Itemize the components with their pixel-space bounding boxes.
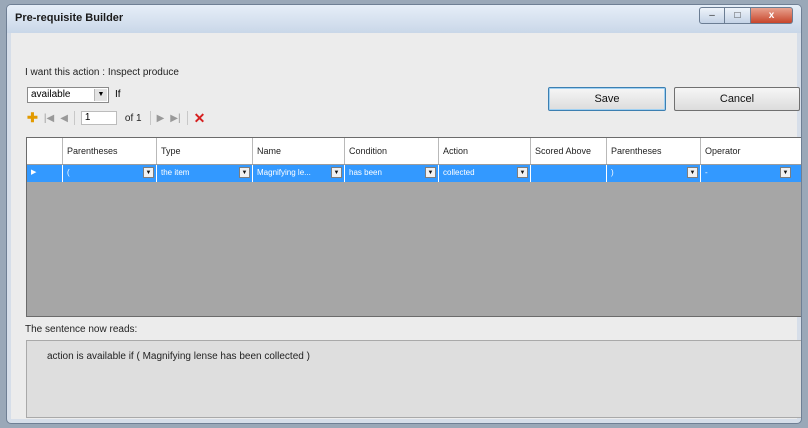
cell-parentheses-open[interactable]: ( ▼ bbox=[63, 165, 157, 182]
chevron-down-icon[interactable]: ▼ bbox=[239, 167, 250, 178]
chevron-down-icon[interactable]: ▼ bbox=[780, 167, 791, 178]
title-bar[interactable]: Pre-requisite Builder ‒ □ x bbox=[7, 5, 801, 33]
chevron-down-icon[interactable]: ▼ bbox=[94, 89, 107, 101]
cell-type[interactable]: the item ▼ bbox=[157, 165, 253, 182]
cell-action[interactable]: collected ▼ bbox=[439, 165, 531, 182]
chevron-down-icon[interactable]: ▼ bbox=[143, 167, 154, 178]
delete-icon[interactable]: ✕ bbox=[194, 110, 206, 127]
column-header-type[interactable]: Type bbox=[157, 138, 253, 164]
sentence-text: action is available if ( Magnifying lens… bbox=[47, 351, 310, 362]
cell-value: ( bbox=[67, 168, 70, 177]
cell-value: ) bbox=[611, 168, 614, 177]
binding-navigator: ✚ |◀ ◀ 1 of 1 ▶ ▶| ✕ bbox=[27, 109, 211, 127]
chevron-down-icon[interactable]: ▼ bbox=[687, 167, 698, 178]
save-button[interactable]: Save bbox=[548, 87, 666, 111]
separator bbox=[186, 111, 188, 125]
close-button[interactable]: x bbox=[751, 7, 793, 24]
separator bbox=[149, 111, 151, 125]
add-icon[interactable]: ✚ bbox=[27, 110, 38, 126]
window-title: Pre-requisite Builder bbox=[15, 12, 124, 24]
action-description: I want this action : Inspect produce bbox=[25, 67, 179, 78]
window-controls: ‒ □ x bbox=[699, 7, 793, 24]
column-header-name[interactable]: Name bbox=[253, 138, 345, 164]
cell-value: has been bbox=[349, 168, 382, 177]
cell-condition[interactable]: has been ▼ bbox=[345, 165, 439, 182]
cell-value: Magnifying le... bbox=[257, 168, 311, 177]
chevron-down-icon[interactable]: ▼ bbox=[517, 167, 528, 178]
availability-select[interactable]: available ▼ bbox=[27, 87, 109, 103]
row-header-corner bbox=[27, 138, 63, 164]
column-header-condition[interactable]: Condition bbox=[345, 138, 439, 164]
move-last-icon[interactable]: ▶| bbox=[170, 113, 180, 124]
client-area: I want this action : Inspect produce ava… bbox=[11, 33, 801, 419]
cell-parentheses-close[interactable]: ) ▼ bbox=[607, 165, 701, 182]
maximize-button[interactable]: □ bbox=[725, 7, 751, 24]
cell-value: the item bbox=[161, 168, 190, 177]
cell-operator[interactable]: - ▼ bbox=[701, 165, 793, 182]
sentence-box: action is available if ( Magnifying lens… bbox=[26, 340, 801, 418]
prerequisite-grid[interactable]: Parentheses Type Name Condition Action S… bbox=[26, 137, 801, 317]
cell-name[interactable]: Magnifying le... ▼ bbox=[253, 165, 345, 182]
column-header-action[interactable]: Action bbox=[439, 138, 531, 164]
separator bbox=[73, 111, 75, 125]
column-header-operator[interactable]: Operator bbox=[701, 138, 793, 164]
availability-select-value: available bbox=[31, 89, 71, 100]
row-selector-icon[interactable]: ▶ bbox=[27, 165, 63, 182]
cell-scored-above[interactable] bbox=[531, 165, 607, 182]
move-first-icon[interactable]: |◀ bbox=[44, 113, 54, 124]
table-row[interactable]: ▶ ( ▼ the item ▼ Magnifying le... ▼ has … bbox=[27, 165, 801, 182]
column-header-parentheses-close[interactable]: Parentheses bbox=[607, 138, 701, 164]
column-header-scored-above[interactable]: Scored Above bbox=[531, 138, 607, 164]
sentence-label: The sentence now reads: bbox=[25, 324, 138, 335]
move-next-icon[interactable]: ▶ bbox=[157, 113, 165, 124]
cell-value: - bbox=[705, 168, 708, 177]
if-label: If bbox=[115, 89, 121, 100]
chevron-down-icon[interactable]: ▼ bbox=[331, 167, 342, 178]
minimize-button[interactable]: ‒ bbox=[699, 7, 725, 24]
position-input[interactable]: 1 bbox=[80, 111, 117, 125]
grid-header: Parentheses Type Name Condition Action S… bbox=[27, 138, 801, 165]
prerequisite-builder-window: Pre-requisite Builder ‒ □ x I want this … bbox=[6, 4, 802, 424]
column-header-parentheses-open[interactable]: Parentheses bbox=[63, 138, 157, 164]
chevron-down-icon[interactable]: ▼ bbox=[425, 167, 436, 178]
cancel-button[interactable]: Cancel bbox=[674, 87, 800, 111]
move-previous-icon[interactable]: ◀ bbox=[60, 113, 68, 124]
total-count-label: of 1 bbox=[124, 112, 142, 124]
cell-value: collected bbox=[443, 168, 475, 177]
